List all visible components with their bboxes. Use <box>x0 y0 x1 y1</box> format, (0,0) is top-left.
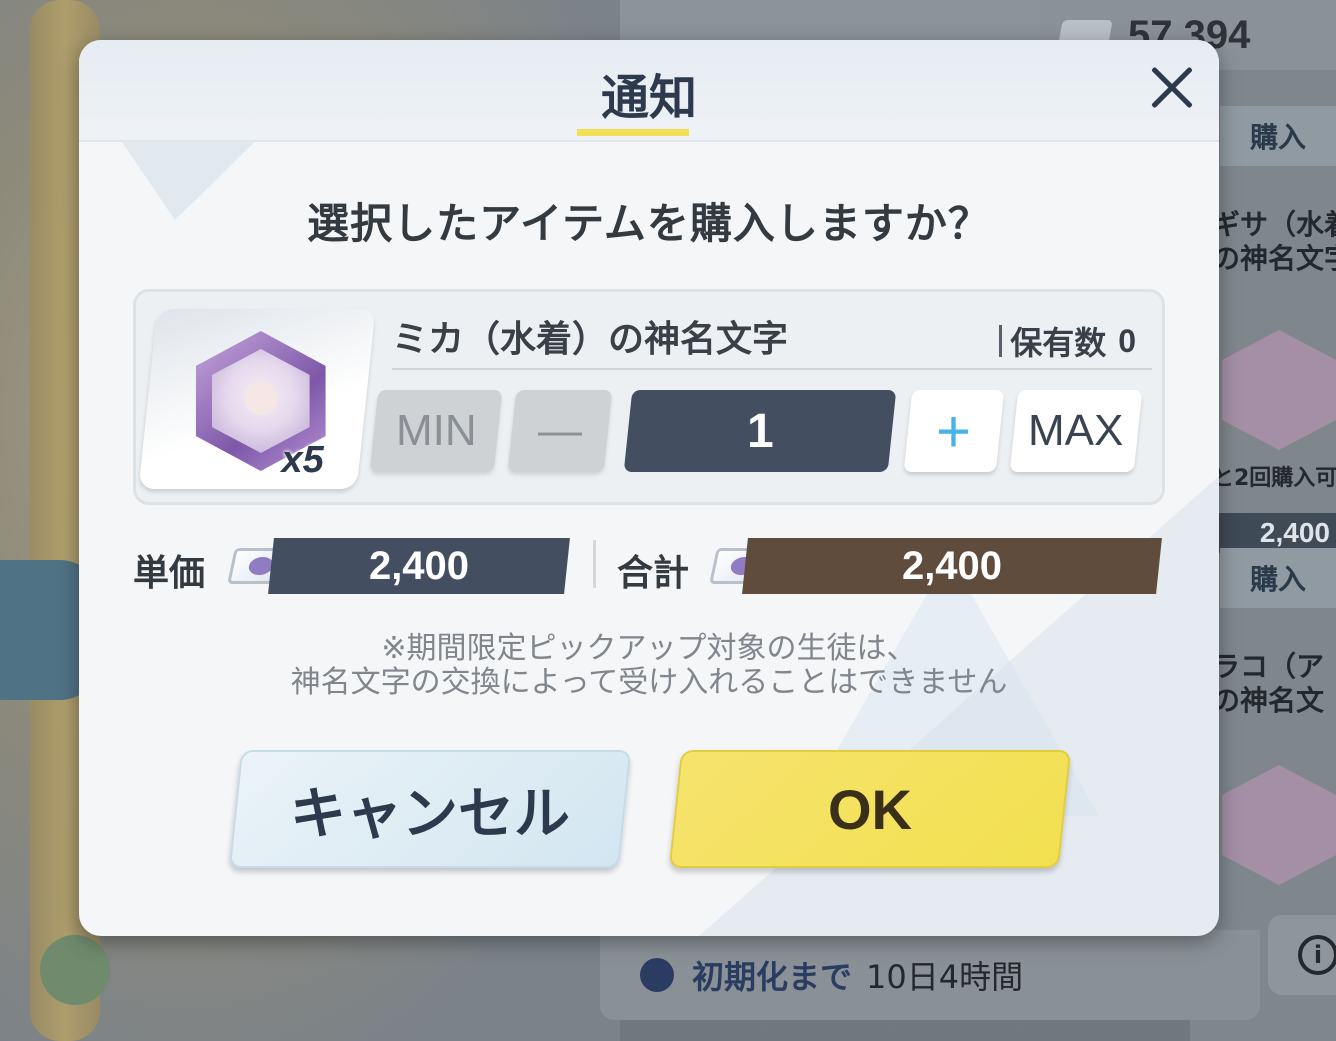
info-button[interactable]: i <box>1268 915 1336 995</box>
shop-price: 2,400 <box>1218 513 1336 553</box>
title-underline <box>577 129 689 136</box>
unit-price: 2,400 <box>268 538 570 594</box>
price-separator <box>593 540 596 588</box>
minus-icon: — <box>538 406 582 455</box>
close-icon[interactable] <box>1141 58 1201 118</box>
item-divider <box>392 368 1152 370</box>
notice-text: ※期間限定ピックアップ対象の生徒は、 神名文字の交換によって受け入れることはでき… <box>290 631 1008 700</box>
item-name: ミカ（水着）の神名文字 <box>392 319 789 360</box>
ok-button[interactable]: OK <box>668 750 1072 868</box>
total-label: 合計 <box>617 553 690 594</box>
reset-timer-bar: 初期化まで 10日4時間 <box>600 930 1260 1020</box>
clock-icon <box>640 958 674 992</box>
item-icon: x5 <box>138 309 376 489</box>
shop-remaining-text: と2回購入可 <box>1212 466 1336 491</box>
portrait-face <box>244 381 279 415</box>
clover-badge-icon <box>40 935 110 1005</box>
item-count: x5 <box>281 439 324 481</box>
info-icon: i <box>1298 935 1336 975</box>
owned-count: 保有数 0 <box>999 318 1136 364</box>
total-price: 2,400 <box>742 538 1162 594</box>
item-panel: x5 ミカ（水着）の神名文字 保有数 0 MIN — 1 + MAX <box>133 289 1165 505</box>
minus-button[interactable]: — <box>507 390 613 472</box>
reset-time: 10日4時間 <box>866 958 1024 996</box>
unit-price-label: 単価 <box>133 553 206 594</box>
shop-buy-button-2[interactable]: 購入 <box>1220 548 1336 608</box>
price-row: 単価 2,400 合計 2,400 <box>133 534 1173 598</box>
owned-divider <box>999 325 1003 357</box>
reset-label: 初期化まで <box>692 958 853 996</box>
min-button[interactable]: MIN <box>369 390 503 472</box>
max-button[interactable]: MAX <box>1009 390 1143 472</box>
plus-button[interactable]: + <box>903 390 1005 472</box>
dialog-title: 通知 <box>600 70 697 126</box>
owned-value: 0 <box>1118 322 1136 359</box>
confirm-question: 選択したアイテムを購入しますか？ <box>307 199 991 248</box>
shop-item-name-2: ラコ（ア の神名文 <box>1212 650 1325 717</box>
quantity-display[interactable]: 1 <box>623 390 897 472</box>
shop-buy-button[interactable]: 購入 <box>1220 106 1336 166</box>
shop-item-name: ギサ（水着の神名文字 <box>1212 208 1336 275</box>
plus-icon: + <box>936 397 972 465</box>
owned-label: 保有数 <box>1010 324 1107 362</box>
cancel-button[interactable]: キャンセル <box>228 750 632 868</box>
purchase-dialog: 通知 選択したアイテムを購入しますか？ x5 ミカ（水着）の神名文字 保有数 0… <box>79 40 1219 936</box>
